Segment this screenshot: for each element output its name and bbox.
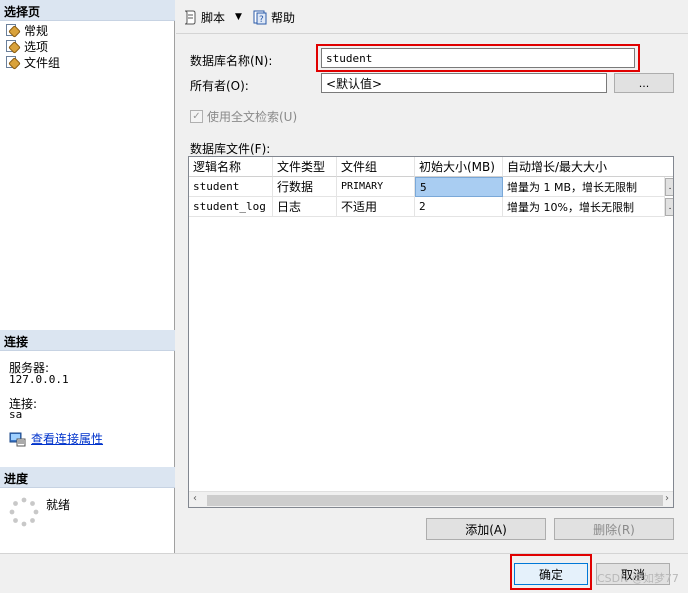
highlight-box — [316, 44, 640, 72]
watermark: CSDN @如梦77 — [597, 572, 679, 585]
column-header: 文件类型 — [273, 157, 337, 177]
left-panel: 选择页 常规 选项 文件组 连接 服务器: 127.0.0.1 连接: sa 查… — [0, 0, 175, 553]
autogrowth-browse-button[interactable]: . — [665, 198, 673, 216]
page-icon — [4, 55, 21, 70]
page-icon — [4, 23, 21, 38]
owner-browse-button[interactable]: ... — [614, 73, 674, 93]
table-cell[interactable]: PRIMARY — [337, 177, 415, 197]
fulltext-checkbox[interactable]: ✓ 使用全文检索(U) — [190, 108, 297, 125]
page-item-options[interactable]: 选项 — [4, 38, 48, 54]
autogrowth-browse-button[interactable]: . — [665, 178, 673, 196]
connection-properties-icon — [9, 432, 26, 446]
view-connection-properties-label: 查看连接属性 — [31, 432, 104, 446]
script-button[interactable]: 脚本 ▼ — [182, 8, 242, 26]
table-cell[interactable]: 日志 — [273, 197, 337, 217]
owner-label: 所有者(O): — [190, 79, 249, 93]
column-header: 自动增长/最大大小 — [503, 157, 673, 177]
page-item-label: 文件组 — [24, 55, 61, 70]
select-page-header: 选择页 — [0, 0, 175, 21]
table-cell[interactable]: 不适用 — [337, 197, 415, 217]
page-item-general[interactable]: 常规 — [4, 22, 48, 38]
column-header: 初始大小(MB) — [415, 157, 503, 177]
table-cell[interactable]: 行数据 — [273, 177, 337, 197]
db-name-label: 数据库名称(N): — [190, 54, 273, 68]
help-button[interactable]: ? 帮助 — [252, 8, 295, 26]
help-label: 帮助 — [271, 10, 296, 25]
fulltext-label: 使用全文检索(U) — [207, 110, 298, 124]
highlight-box — [510, 554, 592, 590]
table-cell[interactable]: 增量为 10%，增长无限制 — [503, 197, 665, 217]
server-value: 127.0.0.1 — [9, 373, 69, 386]
toolbar: 脚本 ▼ ? 帮助 — [176, 0, 688, 34]
view-connection-properties-link[interactable]: 查看连接属性 — [9, 430, 103, 447]
svg-text:?: ? — [259, 15, 264, 25]
table-cell[interactable]: 2 — [415, 197, 503, 217]
connection-value: sa — [9, 408, 23, 421]
owner-input[interactable]: <默认值> — [321, 73, 607, 93]
column-header: 文件组 — [337, 157, 415, 177]
page-item-label: 常规 — [24, 23, 49, 38]
initial-size-input[interactable]: 5 — [415, 177, 503, 197]
scrollbar-thumb[interactable] — [207, 495, 663, 506]
owner-value: <默认值> — [326, 76, 383, 91]
table-cell[interactable]: student_log — [189, 197, 273, 217]
scroll-left-icon[interactable]: ‹ — [193, 493, 197, 504]
progress-status: 就绪 — [46, 498, 71, 512]
progress-header: 进度 — [0, 467, 175, 488]
scroll-right-icon[interactable]: › — [665, 493, 669, 504]
page-icon — [4, 39, 21, 54]
page-item-filegroups[interactable]: 文件组 — [4, 54, 60, 70]
add-button[interactable]: 添加(A) — [426, 518, 546, 540]
checkbox-checked-icon: ✓ — [190, 110, 203, 123]
connection-header: 连接 — [0, 330, 175, 351]
column-header: 逻辑名称 — [189, 157, 273, 177]
db-files-label: 数据库文件(F): — [190, 142, 271, 156]
script-icon — [184, 10, 196, 25]
page-item-label: 选项 — [24, 39, 49, 54]
table-cell[interactable]: student — [189, 177, 273, 197]
horizontal-scrollbar[interactable]: ‹ › — [189, 491, 673, 507]
progress-spinner-icon — [9, 497, 39, 527]
table-cell[interactable]: 增量为 1 MB，增长无限制 — [503, 177, 665, 197]
help-icon: ? — [253, 10, 267, 25]
chevron-down-icon[interactable]: ▼ — [235, 12, 242, 22]
script-label: 脚本 — [201, 10, 226, 25]
db-files-grid: 逻辑名称 文件类型 文件组 初始大小(MB) 自动增长/最大大小 student… — [188, 156, 674, 508]
remove-button[interactable]: 删除(R) — [554, 518, 674, 540]
